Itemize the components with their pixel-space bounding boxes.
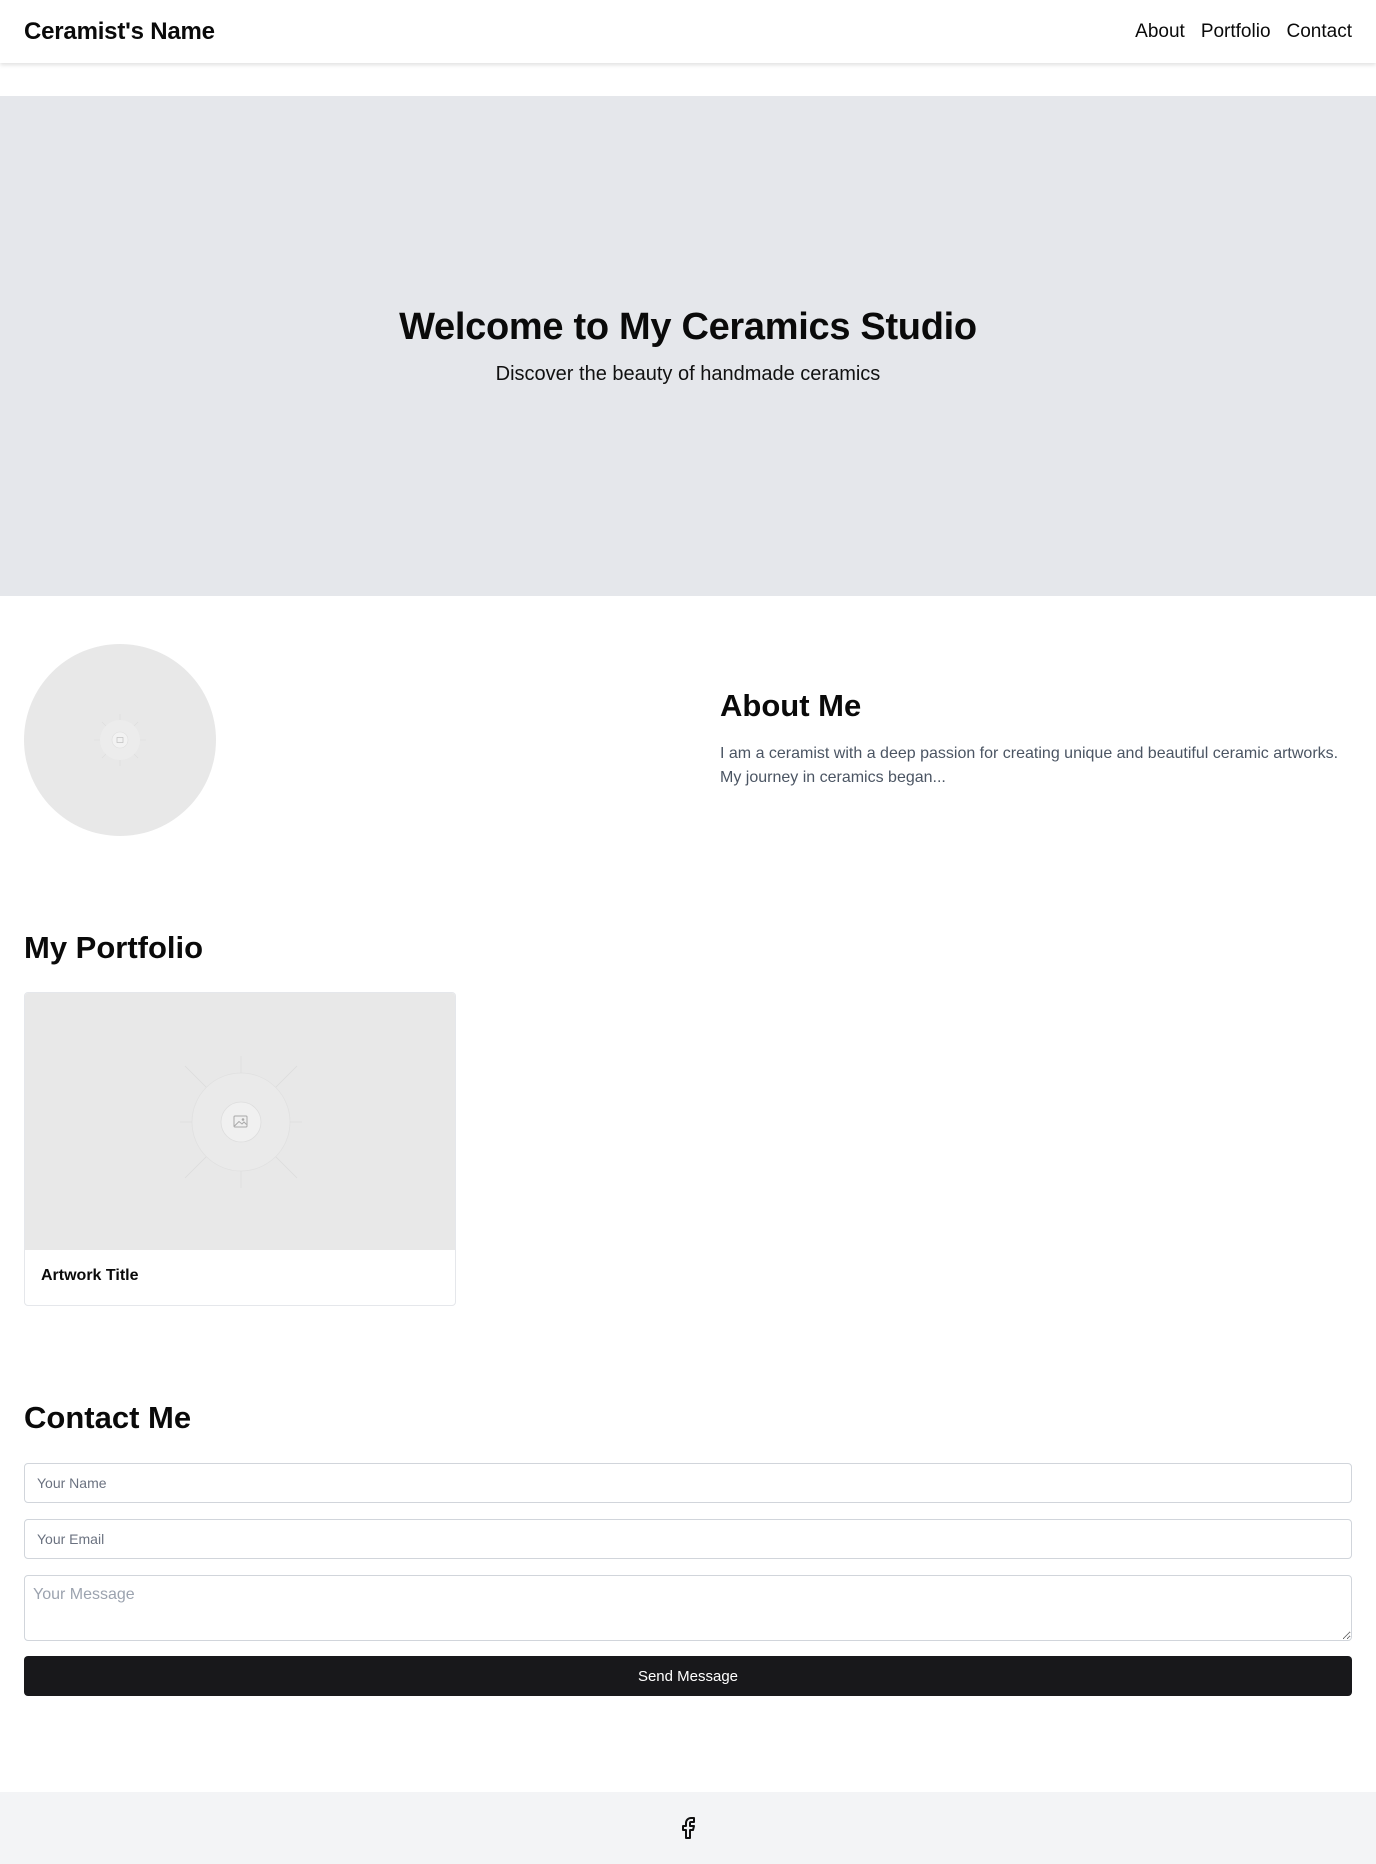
- facebook-link[interactable]: [676, 1816, 700, 1840]
- site-header: Ceramist's Name About Portfolio Contact: [0, 0, 1376, 63]
- facebook-icon: [682, 1817, 695, 1839]
- nav-link-contact[interactable]: Contact: [1287, 21, 1352, 43]
- brand-name[interactable]: Ceramist's Name: [24, 18, 215, 46]
- nav-link-portfolio[interactable]: Portfolio: [1201, 21, 1271, 43]
- site-footer: [0, 1792, 1376, 1864]
- main-nav: About Portfolio Contact: [1135, 21, 1352, 43]
- email-field[interactable]: [24, 1519, 1352, 1559]
- about-title: About Me: [720, 688, 862, 723]
- nav-link-about[interactable]: About: [1135, 21, 1185, 43]
- contact-title: Contact Me: [24, 1400, 192, 1435]
- hero-title: Welcome to My Ceramics Studio: [399, 306, 977, 348]
- image-placeholder-icon: [180, 1056, 302, 1188]
- artwork-image: [25, 993, 455, 1250]
- hero-subtitle: Discover the beauty of handmade ceramics: [495, 363, 881, 385]
- name-field[interactable]: [24, 1463, 1352, 1503]
- avatar: [24, 644, 216, 836]
- portfolio-card[interactable]: Artwork Title: [24, 992, 456, 1306]
- portfolio-title: My Portfolio: [24, 930, 204, 965]
- about-section: About Me I am a ceramist with a deep pas…: [720, 688, 1350, 790]
- about-text: I am a ceramist with a deep passion for …: [720, 745, 1339, 786]
- image-placeholder-icon: [94, 714, 146, 766]
- artwork-title: Artwork Title: [41, 1267, 139, 1284]
- hero-section: Welcome to My Ceramics Studio Discover t…: [0, 96, 1376, 596]
- send-message-button[interactable]: Send Message: [24, 1656, 1352, 1696]
- message-field[interactable]: [24, 1575, 1352, 1641]
